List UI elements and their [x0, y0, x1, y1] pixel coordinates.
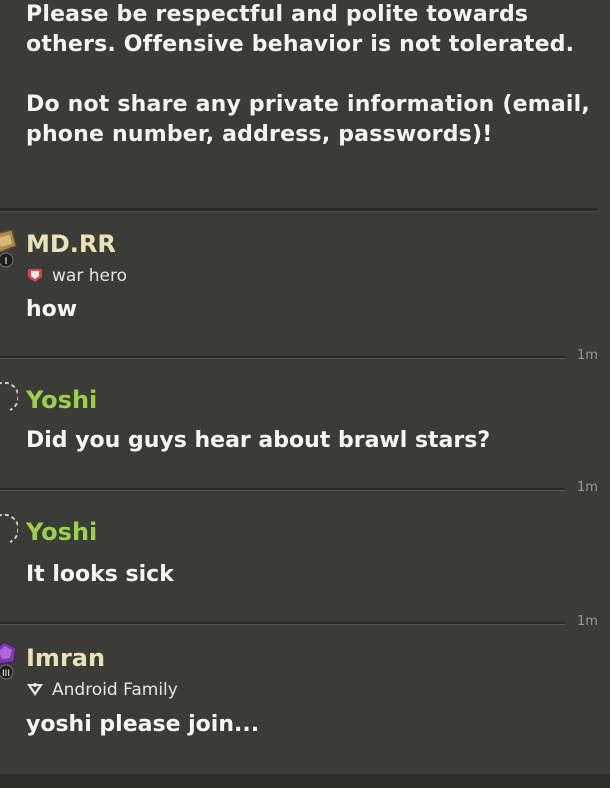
message-text: It looks sick: [26, 562, 174, 587]
chat-panel: Please be respectful and polite towards …: [0, 0, 610, 788]
notice-line: Do not share any private information (em…: [26, 92, 590, 117]
sender-name[interactable]: Yoshi: [26, 518, 97, 546]
notice-divider: [0, 208, 598, 212]
avatar-outline-icon[interactable]: [0, 380, 20, 411]
chat-bottom-edge: [0, 774, 610, 788]
message-divider: [0, 488, 565, 491]
avatar-outline-icon[interactable]: [0, 512, 20, 543]
clan-badge-icon: [26, 681, 44, 697]
notice-line: phone number, address, passwords)!: [26, 122, 493, 147]
sender-clan[interactable]: war hero: [26, 266, 127, 286]
league-badge-icon[interactable]: III: [0, 641, 18, 680]
notice-line: others. Offensive behavior is not tolera…: [26, 32, 575, 57]
notice-line: Please be respectful and polite towards: [26, 2, 529, 27]
sender-name[interactable]: Imran: [26, 644, 105, 672]
svg-text:I: I: [5, 256, 8, 267]
chat-rules-notice: Please be respectful and polite towards …: [26, 0, 606, 150]
clan-name: Android Family: [52, 680, 178, 700]
sender-name[interactable]: MD.RR: [26, 230, 116, 258]
message-time: 1m: [577, 480, 598, 495]
league-badge-icon[interactable]: I: [0, 229, 18, 268]
clan-badge-icon: [26, 267, 44, 283]
message-text: Did you guys hear about brawl stars?: [26, 428, 491, 453]
message-divider: [0, 356, 565, 359]
clan-name: war hero: [52, 266, 127, 286]
sender-clan[interactable]: Android Family: [26, 680, 178, 700]
svg-text:III: III: [2, 669, 10, 679]
message-time: 1m: [577, 614, 598, 629]
message-text: yoshi please join...: [26, 712, 260, 737]
message-divider: [0, 622, 565, 625]
message-time: 1m: [577, 348, 598, 363]
sender-name[interactable]: Yoshi: [26, 386, 97, 414]
message-text: how: [26, 297, 78, 322]
